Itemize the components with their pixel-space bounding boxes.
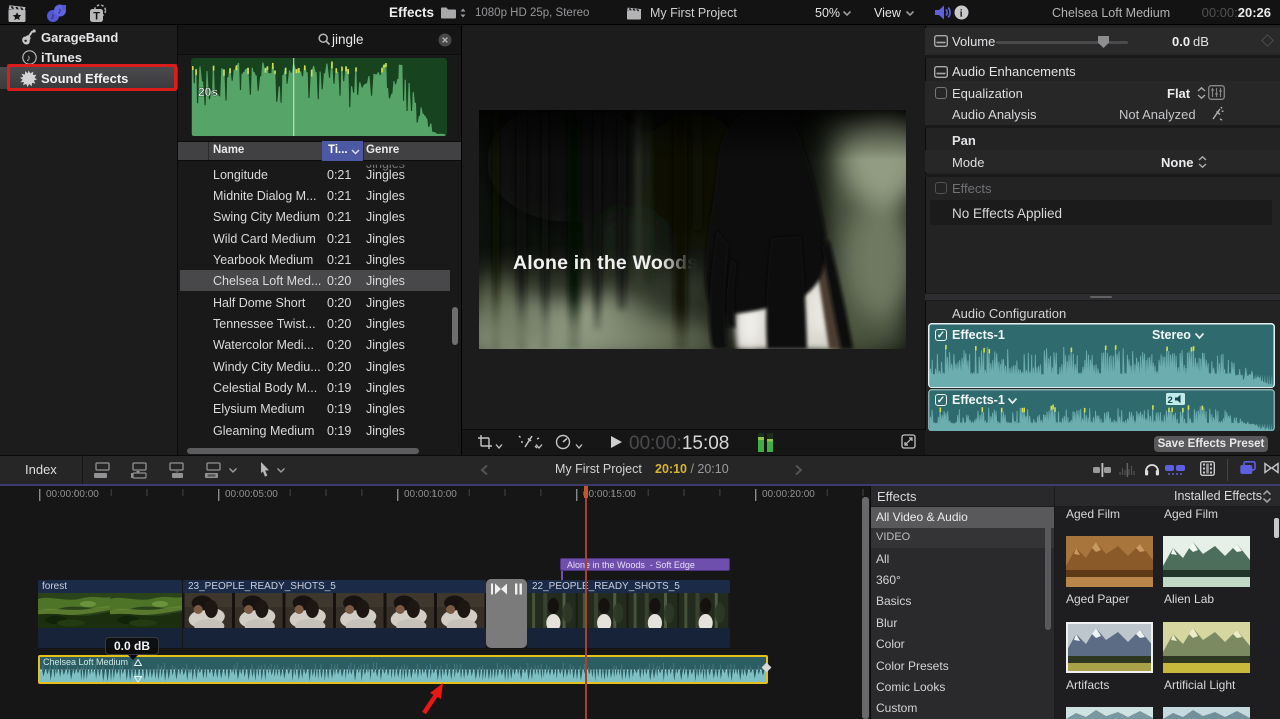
svg-text:20s: 20s	[198, 85, 218, 99]
svg-text:Alone in the Woods: Alone in the Woods	[513, 252, 698, 274]
svg-text:♪: ♪	[26, 53, 31, 64]
svg-text:T: T	[93, 10, 100, 22]
svg-text:2: 2	[1168, 395, 1173, 405]
svg-text:i: i	[960, 8, 963, 19]
svg-text:♪: ♪	[51, 11, 56, 21]
svg-text:♪: ♪	[58, 6, 63, 16]
